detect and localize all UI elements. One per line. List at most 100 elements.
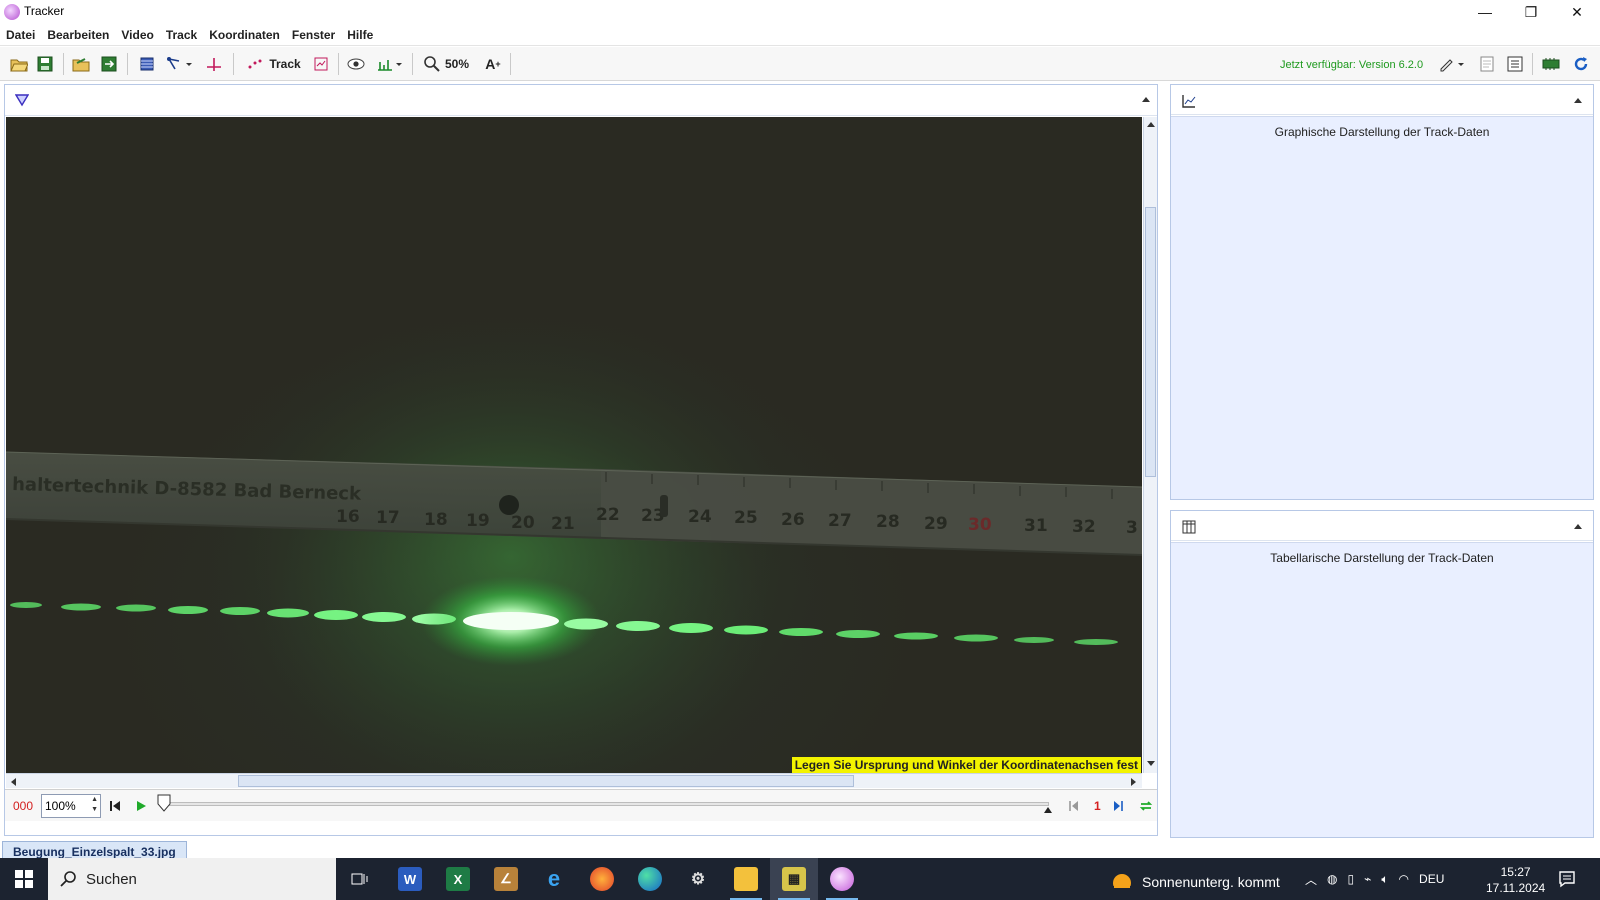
graph-collapse-icon[interactable] [1573,96,1583,104]
start-button[interactable] [0,858,48,900]
video-panel: haltertechnik D-8582 Bad Berneck 16 17 1… [4,84,1158,836]
reset-to-start-icon[interactable] [109,800,121,812]
scroll-up-icon[interactable] [1146,120,1156,128]
taskbar-firefox[interactable] [578,858,626,900]
ruler-number: 25 [734,508,758,528]
network-icon[interactable]: ⌁ [1364,872,1371,886]
taskbar-tracker[interactable] [818,858,866,900]
track-control-icon[interactable] [310,53,332,75]
create-track-button[interactable]: Track [242,53,306,75]
usb-icon[interactable]: ▯ [1348,872,1355,886]
table-placeholder-text: Tabellarische Darstellung der Track-Date… [1270,551,1494,565]
volume-icon[interactable]: 🔈︎ [1381,872,1388,887]
notes-icon[interactable] [1476,53,1498,75]
memory-icon[interactable] [1540,53,1562,75]
restore-button[interactable]: ❐ [1508,0,1554,24]
video-frame[interactable]: haltertechnik D-8582 Bad Berneck 16 17 1… [6,117,1142,773]
scroll-down-icon[interactable] [1146,760,1156,768]
step-size-value[interactable]: 1 [1094,799,1101,813]
menu-datei[interactable]: Datei [6,28,35,42]
font-size-icon[interactable]: A + [482,53,504,75]
table-icon[interactable] [1181,519,1197,535]
firefox-icon [590,867,614,891]
graph-axes-icon[interactable] [1181,93,1197,109]
taskbar-excel[interactable]: X [434,858,482,900]
collapse-up-icon[interactable] [1141,95,1151,103]
clock-date: 17.11.2024 [1486,881,1546,895]
weather-text: Sonnenunterg. kommt [1142,874,1280,890]
eye-visibility-icon[interactable] [345,53,367,75]
close-button[interactable]: ✕ [1554,0,1600,24]
toolbar: Track 50% A + Jetzt verfügbar: Version 6.… [0,47,1600,81]
table-collapse-icon[interactable] [1573,522,1583,530]
camera-icon[interactable]: ◍ [1327,872,1337,886]
filter-funnel-icon[interactable] [15,93,29,107]
graph-panel-header [1171,85,1593,115]
coordinate-axes-icon[interactable] [203,53,225,75]
scroll-left-icon[interactable] [9,777,17,787]
menu-koordinaten[interactable]: Koordinaten [209,28,280,42]
frame-slider-thumb[interactable] [157,794,171,812]
save-icon[interactable] [34,53,56,75]
menu-hilfe[interactable]: Hilfe [347,28,373,42]
open-video-icon[interactable] [70,53,92,75]
tracker-video-icon: ▦ [782,867,806,891]
clock[interactable]: 15:27 17.11.2024 [1486,864,1545,896]
taskbar-edge[interactable] [626,858,674,900]
step-forward-icon[interactable] [1113,800,1123,812]
taskbar-word[interactable]: W [386,858,434,900]
step-back-icon[interactable] [1069,800,1079,812]
chevron-up-icon[interactable]: ︿ [1305,871,1317,888]
zoom-button[interactable]: 50% [420,53,472,75]
ruler-number: 17 [376,508,400,528]
footprints-menu-icon[interactable] [374,53,406,75]
taskbar-explorer[interactable] [722,858,770,900]
vertical-scroll-thumb[interactable] [1145,207,1156,477]
menu-video[interactable]: Video [121,28,153,42]
language-indicator[interactable]: DEU [1419,872,1444,886]
task-view-icon [351,873,368,885]
calibration-tools-icon[interactable] [164,53,196,75]
clip-settings-icon[interactable] [136,53,158,75]
open-folder-icon[interactable] [8,53,30,75]
weather-widget[interactable]: Sonnenunterg. kommt [1110,870,1280,894]
title-bar: Tracker — ❐ ✕ [0,0,1600,24]
taskbar-app-tool[interactable]: ⚙ [674,858,722,900]
menu-bearbeiten[interactable]: Bearbeiten [47,28,109,42]
refresh-icon[interactable] [1570,53,1592,75]
ruler-number: 18 [424,510,448,530]
graph-placeholder-text: Graphische Darstellung der Track-Daten [1274,125,1490,139]
frame-slider-track[interactable] [163,802,1049,806]
menu-track[interactable]: Track [166,28,197,42]
play-icon[interactable] [135,800,147,812]
pencil-drawing-icon[interactable] [1436,53,1468,75]
properties-icon[interactable] [1504,53,1526,75]
menu-fenster[interactable]: Fenster [292,28,335,42]
table-panel-header [1171,511,1593,541]
ruler-number: 20 [511,513,535,533]
taskbar-ie[interactable]: e [530,858,578,900]
zoom-label: 50% [444,57,470,71]
update-available-text[interactable]: Jetzt verfügbar: Version 6.2.0 [1280,59,1423,71]
notification-icon[interactable] [1558,870,1576,888]
playback-rate-spinner[interactable]: 100% ▲ ▼ [41,794,101,818]
task-view-button[interactable] [336,858,384,900]
taskbar-tracker-video[interactable]: ▦ [770,858,818,900]
taskbar-search[interactable]: Suchen [48,858,336,900]
export-icon[interactable] [98,53,120,75]
wifi-icon[interactable]: ◠ [1399,872,1409,886]
horizontal-scrollbar[interactable] [6,773,1142,788]
horizontal-scroll-thumb[interactable] [238,775,854,787]
vertical-scrollbar[interactable] [1143,117,1157,773]
graph-area[interactable]: Graphische Darstellung der Track-Daten [1171,116,1593,499]
ruler-number: 30 [968,515,992,535]
scroll-right-icon[interactable] [1130,777,1138,787]
minimize-button[interactable]: — [1462,0,1508,24]
taskbar-app-chart[interactable]: ∠ [482,858,530,900]
windows-taskbar: Suchen W X ∠ e ⚙ ▦ Sonnenunterg. kommt ︿… [0,858,1600,900]
ruler-number: 24 [688,507,712,527]
loop-icon[interactable] [1139,799,1153,813]
end-marker-icon[interactable] [1043,806,1053,814]
table-area[interactable]: Tabellarische Darstellung der Track-Date… [1171,542,1593,837]
spinner-arrows-icon[interactable]: ▲ ▼ [91,795,98,815]
